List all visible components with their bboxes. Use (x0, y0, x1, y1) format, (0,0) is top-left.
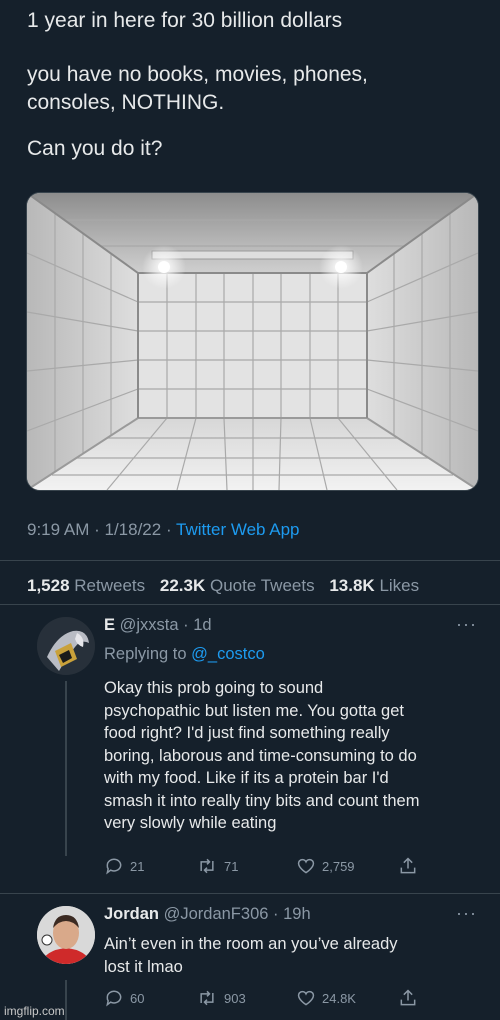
replying-to-link[interactable]: @_costco (191, 645, 265, 663)
avatar-image (37, 906, 95, 964)
tweet-text-line-3: Can you do it? (27, 137, 163, 160)
like-count: 2,759 (322, 858, 355, 874)
meta-separator: · (273, 905, 279, 923)
retweet-icon (200, 858, 214, 874)
reply-text: Okay this prob going to sound psychopath… (104, 677, 419, 835)
likes-stat[interactable]: 13.8K Likes (329, 576, 419, 595)
reply-icon (106, 990, 122, 1007)
tweet-photo[interactable] (26, 192, 479, 491)
reply-author-handle[interactable]: @jxxsta (120, 616, 179, 634)
retweets-label: Retweets (74, 576, 146, 595)
more-icon[interactable]: ··· (456, 903, 477, 924)
replying-to: Replying to @_costco (104, 645, 265, 664)
reply-author-name[interactable]: Jordan (104, 905, 159, 923)
share-icon (400, 857, 416, 874)
tweet-date[interactable]: 1/18/22 (105, 520, 162, 539)
reply-count: 21 (130, 858, 145, 874)
share-button[interactable] (398, 988, 418, 1008)
retweet-count: 903 (224, 990, 246, 1006)
tweet-stats: 1,528 Retweets 22.3K Quote Tweets 13.8K … (27, 576, 419, 596)
replying-to-label: Replying to (104, 645, 187, 663)
reply-header: E @jxxsta · 1d (104, 616, 212, 635)
likes-count: 13.8K (329, 576, 375, 595)
padded-room-image (27, 193, 478, 490)
quote-tweets-count: 22.3K (159, 576, 206, 595)
reply-text-line: with my food. Like if its a protein bar … (104, 769, 389, 787)
like-count: 24.8K (322, 990, 356, 1006)
like-button[interactable]: 24.8K (296, 988, 356, 1008)
like-button[interactable]: 2,759 (296, 856, 355, 876)
reply-actions: 60 903 24.8K (104, 988, 424, 1012)
tweet-text-line-2b: consoles, NOTHING. (27, 91, 225, 114)
quote-tweets-stat[interactable]: 22.3K Quote Tweets (160, 576, 315, 595)
meta-separator: · (94, 520, 105, 539)
tweet-meta: 9:19 AM · 1/18/22 · Twitter Web App (27, 520, 300, 540)
retweet-count: 71 (224, 858, 239, 874)
divider (0, 604, 500, 605)
reply-age[interactable]: 19h (283, 905, 311, 923)
thread-line (65, 980, 67, 1020)
quote-tweets-label: Quote Tweets (210, 576, 315, 595)
imgflip-watermark: imgflip.com (4, 1004, 65, 1018)
like-icon (297, 858, 315, 874)
share-icon (400, 989, 416, 1006)
reply-text-line: Ain’t even in the room an you’ve already (104, 935, 398, 953)
reply-icon (106, 858, 122, 875)
avatar[interactable] (37, 906, 95, 964)
meta-separator: · (165, 520, 177, 539)
like-icon (297, 990, 315, 1006)
reply-text: Ain’t even in the room an you’ve already… (104, 933, 398, 978)
reply-button[interactable]: 60 (104, 988, 144, 1008)
meta-separator: · (183, 616, 189, 634)
reply-count: 60 (130, 990, 145, 1006)
reply-header: Jordan @JordanF306 · 19h (104, 905, 311, 924)
reply-text-line: psychopathic but listen me. You gotta ge… (104, 701, 404, 720)
divider (0, 893, 500, 894)
reply-text-line: lost it lmao (104, 957, 183, 976)
retweet-button[interactable]: 71 (196, 856, 238, 876)
retweet-icon (200, 990, 214, 1006)
tweet-time[interactable]: 9:19 AM (27, 520, 89, 539)
reply-text-line: Okay this prob going to sound (104, 679, 324, 697)
avatar-image (37, 617, 95, 675)
reply-text-line: boring, laborous and time-consuming to d… (104, 746, 417, 765)
reply-author-name[interactable]: E (104, 616, 115, 634)
retweet-button[interactable]: 903 (196, 988, 246, 1008)
more-icon[interactable]: ··· (456, 614, 477, 635)
retweets-stat[interactable]: 1,528 Retweets (27, 576, 145, 595)
reply-button[interactable]: 21 (104, 856, 144, 876)
tweet-text-line-1: 1 year in here for 30 billion dollars (27, 9, 343, 32)
reply-actions: 21 71 2,759 (104, 856, 424, 880)
reply-text-line: food right? I'd just find something real… (104, 724, 390, 742)
likes-label: Likes (379, 576, 420, 595)
share-button[interactable] (398, 856, 418, 876)
reply-age[interactable]: 1d (193, 616, 211, 634)
divider (0, 560, 500, 561)
retweets-count: 1,528 (27, 576, 70, 595)
tweet-text-line-2a: you have no books, movies, phones, (27, 63, 368, 86)
reply-text-line: very slowly while eating (104, 814, 277, 832)
thread-line (65, 681, 67, 856)
reply-author-handle[interactable]: @JordanF306 (164, 905, 269, 923)
tweet-source-app[interactable]: Twitter Web App (176, 520, 299, 539)
reply-text-line: smash it into really tiny bits and count… (104, 791, 420, 810)
avatar[interactable] (37, 617, 95, 675)
